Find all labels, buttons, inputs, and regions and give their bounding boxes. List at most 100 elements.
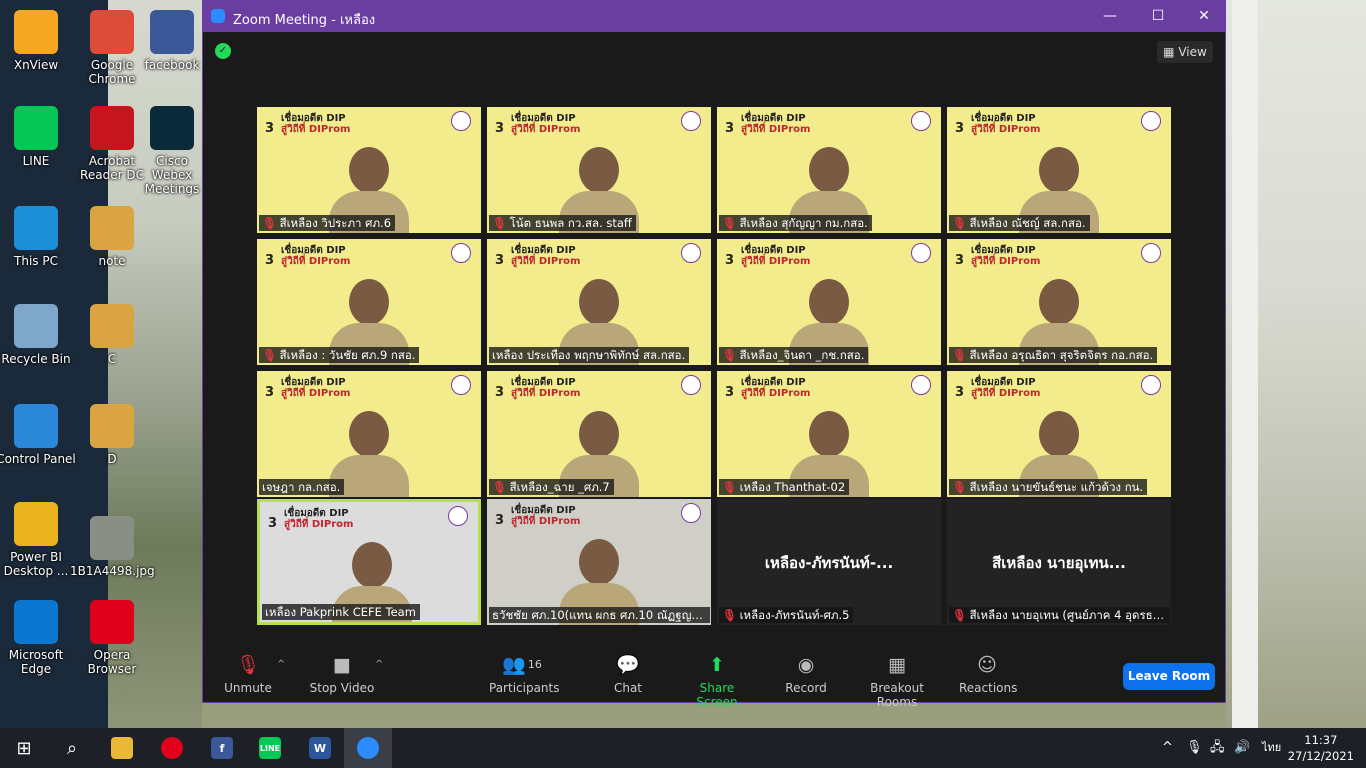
participant-tile[interactable]: 3 เชื่อมอดีต DIP สู่วิถีที่ DIProm 🎙 เหลือง … bbox=[717, 371, 941, 497]
participant-tile[interactable]: 3 เชื่อมอดีต DIP สู่วิถีที่ DIProm 🎙 สีเหลือ… bbox=[947, 107, 1171, 233]
desktop-icon-this-pc[interactable]: This PC bbox=[0, 206, 78, 268]
minimize-button[interactable]: — bbox=[1095, 5, 1125, 27]
unmute-button[interactable]: 🎙 Unmute bbox=[223, 653, 273, 695]
participants-icon: 👥 bbox=[502, 654, 526, 676]
participant-tile[interactable]: 3 เชื่อมอดีต DIP สู่วิถีที่ DIProm 🎙 สีเหลือ… bbox=[257, 107, 481, 233]
participant-name: สีเหลือง : วันชัย ศภ.9 กสอ. bbox=[279, 348, 416, 362]
desktop-wallpaper-right bbox=[1226, 0, 1366, 728]
audio-options-chevron-icon[interactable]: ^ bbox=[277, 659, 285, 670]
participants-button[interactable]: 👥 16 Participants bbox=[489, 653, 560, 695]
maximize-button[interactable]: ☐ bbox=[1143, 5, 1173, 27]
show-hidden-icons-chevron-icon[interactable]: ^ bbox=[1162, 728, 1173, 768]
desktop-icon-cisco-webex-meetings[interactable]: Cisco Webex Meetings bbox=[140, 106, 204, 196]
desktop-icon-d[interactable]: D bbox=[70, 404, 154, 466]
event-banner: เชื่อมอดีต DIP สู่วิถีที่ DIProm bbox=[741, 245, 811, 267]
reactions-button[interactable]: ☺ Reactions bbox=[959, 653, 1017, 695]
participant-tile[interactable]: 3 เชื่อมอดีต DIP สู่วิถีที่ DIProm เหลือง ป… bbox=[487, 239, 711, 365]
breakout-rooms-button[interactable]: ▦ Breakout Rooms bbox=[851, 653, 943, 709]
participant-tile[interactable]: 3 เชื่อมอดีต DIP สู่วิถีที่ DIProm 🎙 สีเหลือ… bbox=[487, 371, 711, 497]
title-bar[interactable]: Zoom Meeting - เหลือง — ☐ ✕ bbox=[203, 1, 1225, 32]
participant-tile[interactable]: 3 เชื่อมอดีต DIP สู่วิถีที่ DIProm 🎙 สีเหลือ… bbox=[947, 371, 1171, 497]
desktop-icon-note[interactable]: note bbox=[70, 206, 154, 268]
participant-name: สีเหลือง นายขันธ์ชนะ แก้วด้วง กน. bbox=[969, 480, 1144, 494]
participant-name: เหลือง ประเทือง พฤกษาพิทักษ์ สล.กสอ. bbox=[492, 348, 686, 362]
desktop-icon-xnview[interactable]: XnView bbox=[0, 10, 78, 72]
start-button[interactable]: ⊞ bbox=[0, 728, 48, 768]
grid-icon: ▦ bbox=[1163, 45, 1179, 59]
desktop-icon-opera-browser[interactable]: Opera Browser bbox=[70, 600, 154, 676]
desktop-icon-recycle-bin[interactable]: Recycle Bin bbox=[0, 304, 78, 366]
video-options-chevron-icon[interactable]: ^ bbox=[375, 659, 383, 670]
close-button[interactable]: ✕ bbox=[1189, 5, 1219, 27]
app-icon bbox=[90, 516, 134, 560]
participant-name: ธวัชชัย ศภ.10(แทน ผกธ ศภ.10 ณัฏฐญา ... bbox=[492, 608, 710, 622]
desktop-icon-power-bi-desktop[interactable]: Power BI Desktop ... bbox=[0, 502, 78, 578]
app-icon bbox=[14, 10, 58, 54]
window-title: Zoom Meeting - เหลือง bbox=[233, 13, 376, 28]
event-banner: เชื่อมอดีต DIP สู่วิถีที่ DIProm bbox=[511, 505, 581, 527]
desktop-icon-facebook[interactable]: facebook bbox=[140, 10, 204, 72]
app-icon bbox=[150, 106, 194, 150]
microphone-icon[interactable]: 🎙 bbox=[1186, 728, 1203, 768]
participant-tile[interactable]: 3 เชื่อมอดีต DIP สู่วิถีที่ DIProm 🎙 สีเหลือ… bbox=[717, 239, 941, 365]
diprom-logo-icon bbox=[1141, 243, 1161, 263]
event-banner: เชื่อมอดีต DIP สู่วิถีที่ DIProm bbox=[511, 377, 581, 399]
network-icon[interactable]: 🖧 bbox=[1210, 728, 1225, 768]
diprom-logo-icon bbox=[911, 375, 931, 395]
event-banner: เชื่อมอดีต DIP สู่วิถีที่ DIProm bbox=[284, 508, 354, 530]
participant-name-label: 🎙 สีเหลือง_จินดา _กช.กสอ. bbox=[719, 347, 869, 363]
participant-tile[interactable]: เหลือง-ภัทรนันท์-... 🎙 เหลือง-ภัทรนันท์-ศภ… bbox=[717, 499, 941, 625]
input-language[interactable]: ไทย bbox=[1262, 728, 1281, 768]
participant-name: เจษฎา กล.กสอ. bbox=[262, 480, 341, 494]
participant-tile[interactable]: 3 เชื่อมอดีต DIP สู่วิถีที่ DIProm 🎙 สีเหลือ… bbox=[947, 239, 1171, 365]
event-banner: เชื่อมอดีต DIP สู่วิถีที่ DIProm bbox=[971, 113, 1041, 135]
desktop-icon-label: 1B1A4498.jpg bbox=[70, 564, 155, 578]
volume-icon[interactable]: 🔊 bbox=[1234, 728, 1250, 768]
taskbar-opera[interactable] bbox=[148, 728, 196, 768]
participant-tile[interactable]: 3 เชื่อมอดีต DIP สู่วิถีที่ DIProm ธวัชชัย … bbox=[487, 499, 711, 625]
muted-mic-icon: 🎙 bbox=[722, 216, 737, 230]
app-icon bbox=[14, 600, 58, 644]
taskbar-word[interactable]: W bbox=[296, 728, 344, 768]
participant-tile[interactable]: 3 เชื่อมอดีต DIP สู่วิถีที่ DIProm 🎙 สีเหลือ… bbox=[257, 239, 481, 365]
opera-icon bbox=[161, 737, 183, 759]
participant-name-label: 🎙 สีเหลือง สุกัญญา กม.กสอ. bbox=[719, 215, 872, 231]
participant-tile[interactable]: 3 เชื่อมอดีต DIP สู่วิถีที่ DIProm เจษฎา กล… bbox=[257, 371, 481, 497]
participant-tile[interactable]: 3 เชื่อมอดีต DIP สู่วิถีที่ DIProm 🎙 สีเหลือ… bbox=[717, 107, 941, 233]
desktop-icon-control-panel[interactable]: Control Panel bbox=[0, 404, 78, 466]
muted-mic-icon: 🎙 bbox=[262, 348, 277, 362]
banner-number: 3 bbox=[265, 121, 275, 136]
muted-mic-icon: 🎙 bbox=[722, 608, 737, 622]
view-button[interactable]: ▦ View bbox=[1157, 41, 1213, 63]
event-banner: เชื่อมอดีต DIP สู่วิถีที่ DIProm bbox=[281, 113, 351, 135]
desktop-icon-label: This PC bbox=[14, 254, 58, 268]
participant-tile[interactable]: 3 เชื่อมอดีต DIP สู่วิถีที่ DIProm 🎙 โน้ต ธน… bbox=[487, 107, 711, 233]
desktop-icon-c[interactable]: C bbox=[70, 304, 154, 366]
banner-number: 3 bbox=[265, 385, 275, 400]
taskbar-file-explorer[interactable] bbox=[98, 728, 146, 768]
clock[interactable]: 11:37 27/12/2021 bbox=[1288, 732, 1354, 764]
leave-room-button[interactable]: Leave Room bbox=[1123, 663, 1215, 690]
record-button[interactable]: ◉ Record bbox=[783, 653, 829, 695]
search-button[interactable]: ⌕ bbox=[48, 728, 96, 768]
app-icon bbox=[90, 10, 134, 54]
breakout-rooms-icon: ▦ bbox=[888, 654, 906, 676]
participant-tile[interactable]: 3 เชื่อมอดีต DIP สู่วิถีที่ DIProm เหลือง P… bbox=[257, 499, 481, 625]
desktop-icon-1b1a4498-jpg[interactable]: 1B1A4498.jpg bbox=[70, 516, 155, 578]
desktop-icon-line[interactable]: LINE bbox=[0, 106, 78, 168]
chat-button[interactable]: 💬 Chat bbox=[607, 653, 649, 695]
taskbar-zoom[interactable] bbox=[344, 728, 392, 768]
participant-tile[interactable]: สีเหลือง นายอุเทน... 🎙 สีเหลือง นายอุเทน (… bbox=[947, 499, 1171, 625]
share-screen-button[interactable]: ⬆ Share Screen bbox=[679, 653, 755, 709]
app-icon bbox=[150, 10, 194, 54]
banner-number: 3 bbox=[955, 121, 965, 136]
reactions-icon: ☺ bbox=[977, 654, 997, 676]
taskbar-facebook[interactable]: f bbox=[198, 728, 246, 768]
security-shield-icon[interactable]: ✓ bbox=[215, 43, 231, 59]
banner-number: 3 bbox=[725, 253, 735, 268]
participant-name-label: 🎙 สีเหลือง : วันชัย ศภ.9 กสอ. bbox=[259, 347, 420, 363]
desktop-icon-microsoft-edge[interactable]: Microsoft Edge bbox=[0, 600, 78, 676]
event-banner: เชื่อมอดีต DIP สู่วิถีที่ DIProm bbox=[511, 113, 581, 135]
taskbar-line[interactable]: LINE bbox=[246, 728, 294, 768]
stop-video-button[interactable]: ■ Stop Video bbox=[307, 653, 377, 695]
